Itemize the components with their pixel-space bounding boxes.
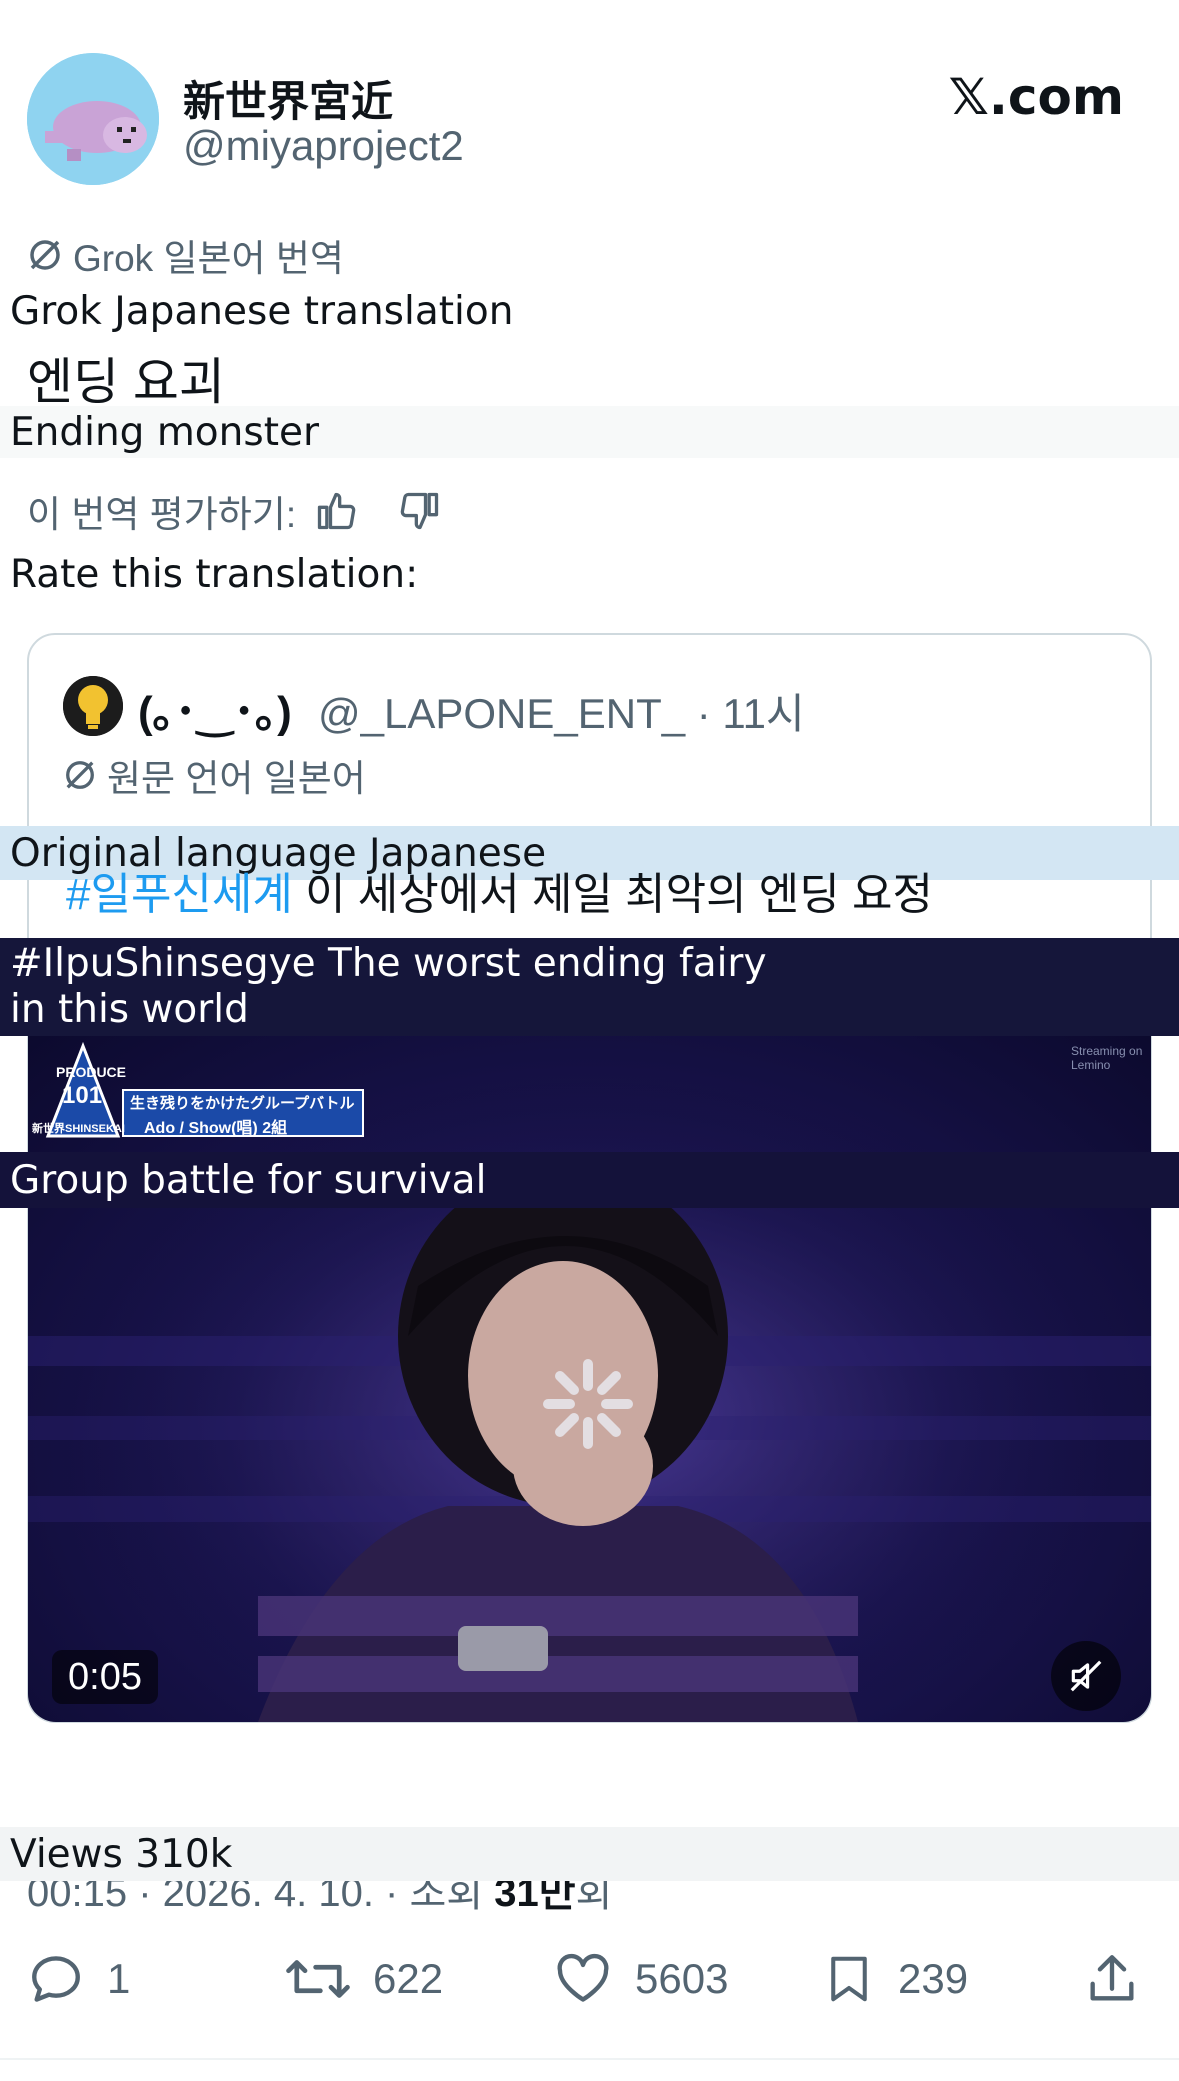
grok-icon [30,240,60,270]
caption-text: Ending monster [10,409,320,455]
caption-text: in this world [10,987,249,1032]
rate-translation-label: 이 번역 평가하기: [27,494,297,535]
quoted-tweet-caption: #IlpuShinsegye The worst ending fairy in… [0,938,1179,1036]
repost-button[interactable]: 622 [285,1950,443,2008]
like-count: 5603 [635,1955,729,2002]
produce-logo-title: PRODUCE [56,1064,127,1080]
caption-text: Grok Japanese translation [10,288,514,334]
video-player[interactable]: PRODUCE 101 新世界SHINSEKAI 生き残りをかけたグループバトル… [28,1036,1151,1722]
video-banner-line2: Ado / Show(唱) 2組 [144,1120,288,1137]
hashtag-link[interactable]: #일푸신세계 [66,870,293,919]
lightbulb-icon [63,676,123,736]
quoted-author-handle-time[interactable]: @_LAPONE_ENT_ · 11시 [318,680,805,741]
x-logo: 𝕏.com [948,68,1124,126]
thumbs-up-icon[interactable] [314,489,358,533]
bookmark-count: 239 [898,1955,969,2002]
like-button[interactable]: 5603 [553,1950,728,2008]
tweet-text-caption: Ending monster [0,406,1179,458]
rate-translation-caption: Rate this translation: [0,548,1179,600]
lemino-watermark: Streaming on Lemino [1071,1044,1143,1072]
produce-logo-number: 101 [62,1082,103,1109]
reply-count: 1 [107,1955,131,2002]
video-banner-line1: 生き残りをかけたグループバトル [130,1095,355,1112]
caption-text: Views 310k [10,1831,233,1877]
author-handle[interactable]: @miyaproject2 [183,122,464,170]
author-display-name[interactable]: 新世界宮近 [183,68,393,129]
grok-translation-label[interactable]: Grok 일본어 번역 [27,228,344,282]
grok-icon [66,761,94,789]
quoted-author-avatar[interactable] [63,676,123,736]
grok-translation-caption: Grok Japanese translation [0,285,1179,337]
bottom-divider [0,2058,1179,2060]
bookmark-icon [831,1956,867,2002]
grok-translation-text: Grok 일본어 번역 [73,238,344,279]
seal-icon [27,53,159,185]
video-duration: 0:05 [52,1650,158,1704]
mute-button[interactable] [1051,1641,1121,1711]
repost-count: 622 [373,1955,444,2002]
video-frame [28,1036,1151,1722]
quoted-author-name[interactable]: (｡･‿･｡) [138,676,292,740]
author-avatar[interactable] [27,53,159,185]
tweet-text: 엔딩 요괴 [27,354,225,410]
share-icon [1090,1955,1134,2001]
share-button[interactable] [1083,1950,1141,2008]
thumbs-down-icon[interactable] [398,489,442,533]
caption-text: Group battle for survival [10,1157,487,1203]
produce-logo-sub: 新世界SHINSEKAI [32,1123,125,1135]
reply-icon [32,1956,80,2002]
video-banner-caption: Group battle for survival [0,1152,1179,1208]
original-language-label: 원문 언어 일본어 [63,748,366,802]
views-caption: Views 310k [0,1827,1179,1881]
repost-icon [286,1960,350,1998]
rate-translation-row: 이 번역 평가하기: [27,484,442,538]
caption-text: #IlpuShinsegye The worst ending fairy [10,941,767,986]
speaker-muted-icon [1070,1660,1102,1692]
quoted-tweet-text: #일푸신세계 이 세상에서 제일 최악의 엔딩 요정 [66,858,933,922]
original-language-text: 원문 언어 일본어 [107,758,366,799]
reply-button[interactable]: 1 [27,1950,130,2008]
caption-text: Rate this translation: [10,551,419,597]
quoted-tweet-body: 이 세상에서 제일 최악의 엔딩 요정 [292,870,933,919]
bookmark-button[interactable]: 239 [822,1950,968,2008]
heart-icon [557,1953,609,2002]
